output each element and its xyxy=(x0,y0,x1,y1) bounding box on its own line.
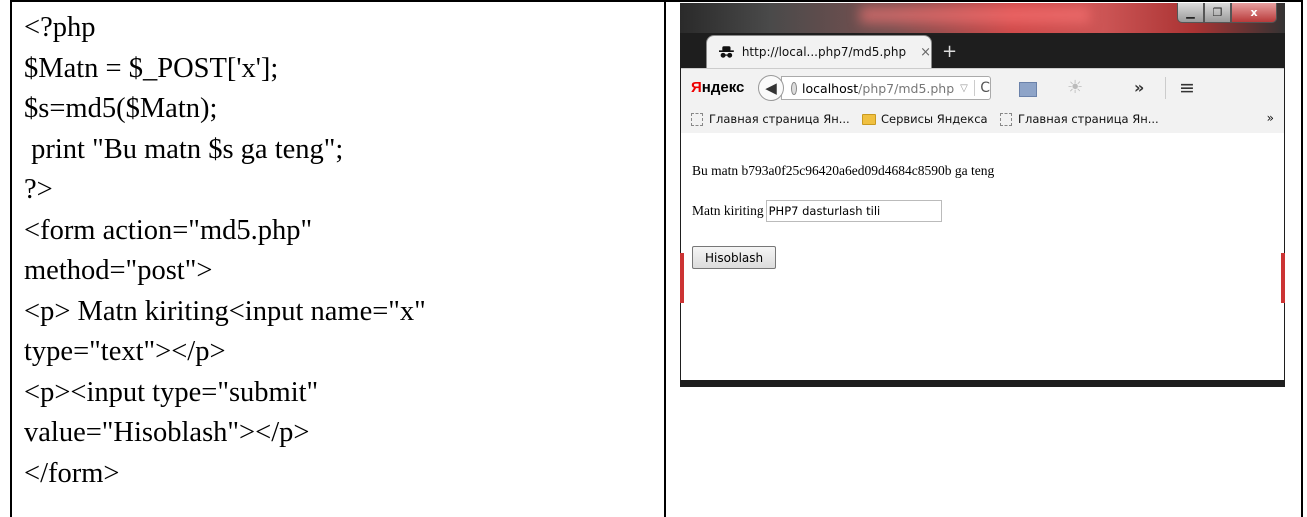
code-line: </form> xyxy=(24,457,120,489)
minimize-button[interactable]: ▁ xyxy=(1177,3,1204,23)
weather-icon[interactable]: ☀ xyxy=(1067,77,1083,98)
code-listing: <?php $Matn = $_POST['x']; $s=md5($Matn)… xyxy=(24,8,654,494)
code-line: method="post"> xyxy=(24,255,213,286)
code-line: <form action="md5.php" xyxy=(24,214,313,246)
back-arrow-icon[interactable]: ◀ xyxy=(758,75,784,101)
bookmark-item[interactable]: Сервисы Яндекса xyxy=(862,112,988,126)
toolbar-divider xyxy=(1165,77,1166,99)
bookmarks-bar: Главная страница Ян... Сервисы Яндекса Г… xyxy=(681,106,1284,134)
folder-icon xyxy=(862,113,876,125)
browser-window: ▁ ❐ x http://local...php7/md5.php × + Ян… xyxy=(680,3,1285,387)
result-text: Bu matn b793a0f25c96420a6ed09d4684c8590b… xyxy=(692,163,995,178)
private-browsing-icon xyxy=(719,46,734,58)
bookmarks-overflow-icon[interactable]: » xyxy=(1267,111,1274,125)
tab-md5[interactable]: http://local...php7/md5.php × xyxy=(706,35,932,68)
code-line: <?php xyxy=(24,12,96,43)
title-glow xyxy=(860,7,1090,23)
code-line: <p> Matn kiriting<input name="x" xyxy=(24,295,426,327)
maximize-button[interactable]: ❐ xyxy=(1204,3,1231,23)
tab-title: http://local...php7/md5.php xyxy=(741,45,907,59)
column-divider xyxy=(664,0,666,517)
code-line: $Matn = $_POST['x']; xyxy=(24,52,279,84)
title-bar[interactable]: ▁ ❐ x xyxy=(680,3,1285,33)
history-dropdown-icon[interactable]: ▽ xyxy=(960,83,968,94)
close-tab-icon[interactable]: × xyxy=(920,45,931,60)
code-line: type="text"></p> xyxy=(24,336,226,367)
bookmark-label: Главная страница Ян... xyxy=(709,112,850,126)
url-path: /php7/md5.php xyxy=(858,80,955,96)
yandex-logo-rest: ндекс xyxy=(701,79,745,96)
navigation-toolbar: Яндекс localhost/php7/md5.php ▽ C ◀ ☀ » … xyxy=(681,68,1284,107)
submit-button[interactable]: Hisoblash xyxy=(692,246,777,269)
yandex-logo[interactable]: Яндекс xyxy=(691,79,744,96)
code-line: <p><input type="submit" xyxy=(24,376,319,408)
window-edge-highlight xyxy=(680,253,684,303)
menu-icon[interactable]: ≡ xyxy=(1179,77,1195,99)
window-controls: ▁ ❐ x xyxy=(1177,3,1277,23)
reload-icon[interactable]: C xyxy=(980,80,990,96)
bookmark-label: Главная страница Ян... xyxy=(1018,112,1159,126)
form-row: Matn kiriting PHP7 dasturlash tili xyxy=(692,200,942,222)
more-tools-icon[interactable]: » xyxy=(1134,78,1144,97)
bookmark-item[interactable]: Главная страница Ян... xyxy=(1000,112,1159,126)
window-edge-highlight xyxy=(1281,253,1285,303)
code-line: ?> xyxy=(24,174,53,205)
page-icon xyxy=(1000,112,1012,126)
address-bar[interactable]: localhost/php7/md5.php ▽ C xyxy=(781,76,991,100)
url-host: localhost xyxy=(802,80,859,96)
text-input-x[interactable]: PHP7 dasturlash tili xyxy=(765,200,942,222)
bookmark-label: Сервисы Яндекса xyxy=(881,112,988,126)
code-line: value="Hisoblash"></p> xyxy=(24,417,310,448)
input-label: Matn kiriting xyxy=(692,203,764,218)
code-line: $s=md5($Matn); xyxy=(24,93,218,124)
yandex-logo-first-letter: Я xyxy=(691,79,702,96)
mail-icon[interactable] xyxy=(1019,82,1037,97)
globe-icon xyxy=(791,81,798,95)
code-line: print "Bu matn $s ga teng"; xyxy=(24,133,344,165)
page-content: Bu matn b793a0f25c96420a6ed09d4684c8590b… xyxy=(681,133,1284,380)
close-window-button[interactable]: x xyxy=(1231,3,1277,23)
new-tab-button[interactable]: + xyxy=(942,41,957,62)
bookmark-item[interactable]: Главная страница Ян... xyxy=(691,112,850,126)
page-icon xyxy=(691,112,703,126)
